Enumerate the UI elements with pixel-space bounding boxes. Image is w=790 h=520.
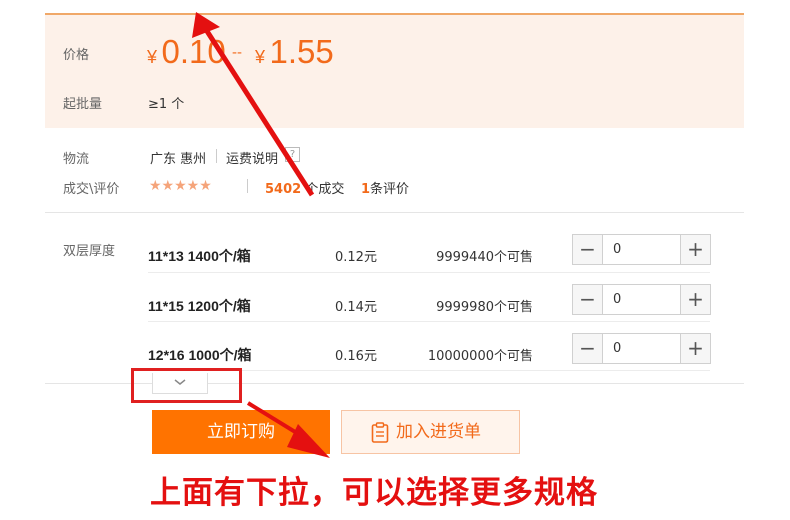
annotation-arrows [192, 12, 330, 458]
red-arrow [202, 26, 315, 197]
